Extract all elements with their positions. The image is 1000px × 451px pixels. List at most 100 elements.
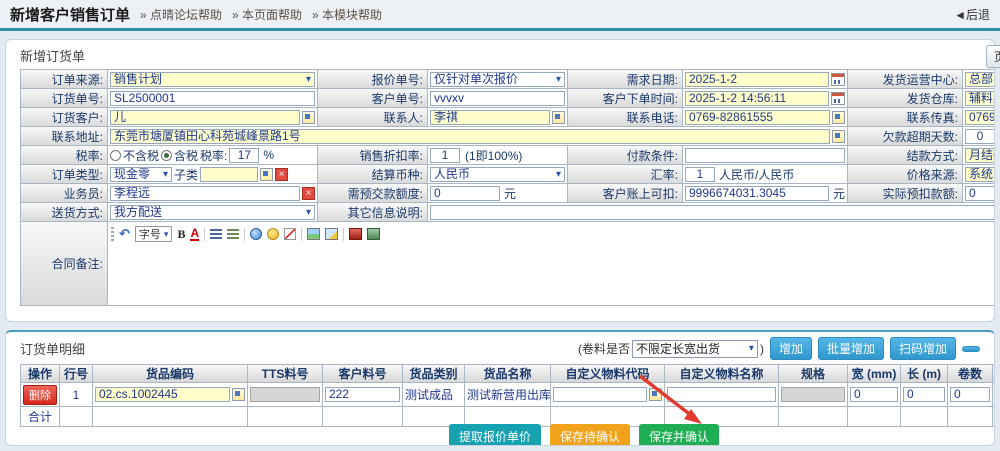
customer-order-time-input[interactable]: 2025-1-2 14:56:11 [685, 91, 829, 106]
picker-icon[interactable] [832, 111, 845, 124]
page-corner-button[interactable]: 页 [986, 45, 1000, 68]
align-icon[interactable] [210, 229, 222, 239]
settle-method-input[interactable]: 月结6 [965, 148, 995, 163]
price-source-field: 系统 [963, 165, 995, 184]
save-pending-button[interactable]: 保存待确认 [550, 424, 630, 446]
help-link-forum[interactable]: » 点晴论坛帮助 [140, 6, 222, 23]
order-subtype-input[interactable] [200, 167, 258, 182]
ship-center-input[interactable]: 总部 [965, 72, 995, 87]
footer-buttons: 提取报价单价 保存待确认 保存并确认 [90, 424, 995, 446]
salesman-input[interactable]: 李程远 [110, 186, 300, 201]
row-product-code-cell: 02.cs.1002445 [93, 383, 248, 407]
order-detail-panel: 订货单明细 (卷料是否 不限定长宽出货 ) 增加 批量增加 扫码增加 操作 行号… [5, 330, 995, 446]
quote-no-select[interactable]: 仅针对单次报价 [430, 72, 565, 87]
roll-option-select[interactable]: 不限定长宽出货 [632, 340, 758, 358]
custom-name-input[interactable] [667, 387, 776, 402]
picker-icon[interactable] [232, 388, 245, 401]
product-code-input[interactable]: 02.cs.1002445 [95, 387, 230, 402]
customer-order-no-input[interactable]: vvvxv [430, 91, 565, 106]
contact-phone-input[interactable]: 0769-82861555 [685, 110, 830, 125]
col-cut-off [993, 365, 995, 383]
delivery-method-select[interactable]: 我方配送 [110, 205, 315, 220]
custom-code-input[interactable] [553, 387, 647, 402]
batch-add-button[interactable]: 批量增加 [818, 337, 884, 360]
tax-included-radio[interactable] [161, 150, 172, 161]
delete-row-button[interactable]: 删除 [23, 385, 57, 405]
order-no-input[interactable]: SL2500001 [110, 91, 315, 106]
font-size-select[interactable]: 字号 [135, 226, 173, 242]
clear-icon[interactable] [275, 168, 288, 181]
drag-grip-icon [111, 227, 114, 241]
tax-rate-input[interactable]: 17 [229, 148, 259, 163]
discount-field: 1 (1即100%) [428, 146, 568, 165]
customer-balance-field: 9996674031.3045 元 [683, 184, 848, 203]
order-type-select[interactable]: 现金零 [110, 167, 172, 182]
customer-part-no-input[interactable]: 222 [325, 387, 400, 402]
order-type-label: 订单类型: [21, 165, 108, 184]
price-source-input[interactable]: 系统 [965, 167, 995, 182]
screenshot-icon[interactable] [367, 228, 380, 240]
font-color-icon[interactable]: A [190, 228, 199, 241]
contract-note-content[interactable] [111, 244, 995, 300]
edit-note-icon[interactable] [284, 228, 296, 240]
other-info-input[interactable] [430, 205, 995, 220]
back-button[interactable]: ◄后退 [954, 6, 990, 23]
insert-media-icon[interactable] [349, 228, 362, 240]
payment-terms-input[interactable] [685, 148, 845, 163]
contact-phone-label: 联系电话: [568, 108, 683, 127]
picker-icon[interactable] [260, 168, 273, 181]
bold-icon[interactable]: B [177, 227, 185, 242]
length-input[interactable]: 0 [903, 387, 945, 402]
actual-deduction-input[interactable]: 0 [965, 186, 995, 201]
demand-date-input[interactable]: 2025-1-2 [685, 72, 829, 87]
order-customer-label: 订货客户: [21, 108, 108, 127]
calendar-icon[interactable] [831, 92, 845, 105]
emoticon-icon[interactable] [267, 228, 279, 240]
help-link-page[interactable]: » 本页面帮助 [232, 6, 302, 23]
width-input[interactable]: 0 [850, 387, 898, 402]
ship-warehouse-input[interactable]: 辅料成 [965, 91, 995, 106]
overdue-days-input[interactable]: 0 [965, 129, 995, 144]
picker-icon[interactable] [832, 130, 845, 143]
scan-add-button[interactable]: 扫码增加 [890, 337, 956, 360]
customer-order-no-field: vvvxv [428, 89, 568, 108]
undo-icon[interactable]: ↶ [119, 226, 130, 242]
col-customer-part-no: 客户料号 [323, 365, 403, 383]
contact-input[interactable]: 李祺 [430, 110, 550, 125]
contact-address-input[interactable]: 东莞市塘厦镇田心科苑城峰景路1号 [110, 129, 830, 144]
discount-input[interactable]: 1 [430, 148, 460, 163]
insert-image-icon[interactable] [307, 228, 320, 240]
tax-label: 税率: [21, 146, 108, 165]
discount-label: 销售折扣率: [318, 146, 428, 165]
prepay-quota-input[interactable]: 0 [430, 186, 500, 201]
settle-method-label: 结款方式: [848, 146, 963, 165]
tax-excluded-radio[interactable] [110, 150, 121, 161]
picker-icon[interactable] [649, 388, 662, 401]
row-customer-part-cell: 222 [323, 383, 403, 407]
customer-order-time-label: 客户下单时间: [568, 89, 683, 108]
order-source-select[interactable]: 销售计划 [110, 72, 315, 87]
picker-icon[interactable] [302, 111, 315, 124]
upload-image-icon[interactable] [325, 228, 338, 240]
contact-fax-input[interactable]: 0769- [965, 110, 995, 125]
rolls-input[interactable]: 0 [950, 387, 990, 402]
save-confirm-button[interactable]: 保存并确认 [639, 424, 719, 446]
row-action-cell: 删除 [21, 383, 60, 407]
link-icon[interactable] [250, 228, 262, 240]
contract-note-editor[interactable]: ↶ 字号 B A [108, 222, 995, 306]
customer-balance-input[interactable]: 9996674031.3045 [685, 186, 829, 201]
list-icon[interactable] [227, 229, 239, 239]
help-link-module[interactable]: » 本模块帮助 [312, 6, 382, 23]
picker-icon[interactable] [552, 111, 565, 124]
settle-currency-select[interactable]: 人民币 [430, 167, 565, 182]
order-customer-input[interactable]: 儿 [110, 110, 300, 125]
add-row-button[interactable]: 增加 [770, 337, 812, 360]
overdue-days-label: 欠款超期天数: [848, 127, 963, 146]
exchange-rate-input[interactable]: 1 [685, 167, 715, 182]
payment-terms-field [683, 146, 848, 165]
toolbar-separator [204, 228, 205, 241]
clear-icon[interactable] [302, 187, 315, 200]
calendar-icon[interactable] [831, 73, 845, 86]
fetch-quote-price-button[interactable]: 提取报价单价 [449, 424, 541, 446]
cut-off-button[interactable] [962, 346, 980, 352]
